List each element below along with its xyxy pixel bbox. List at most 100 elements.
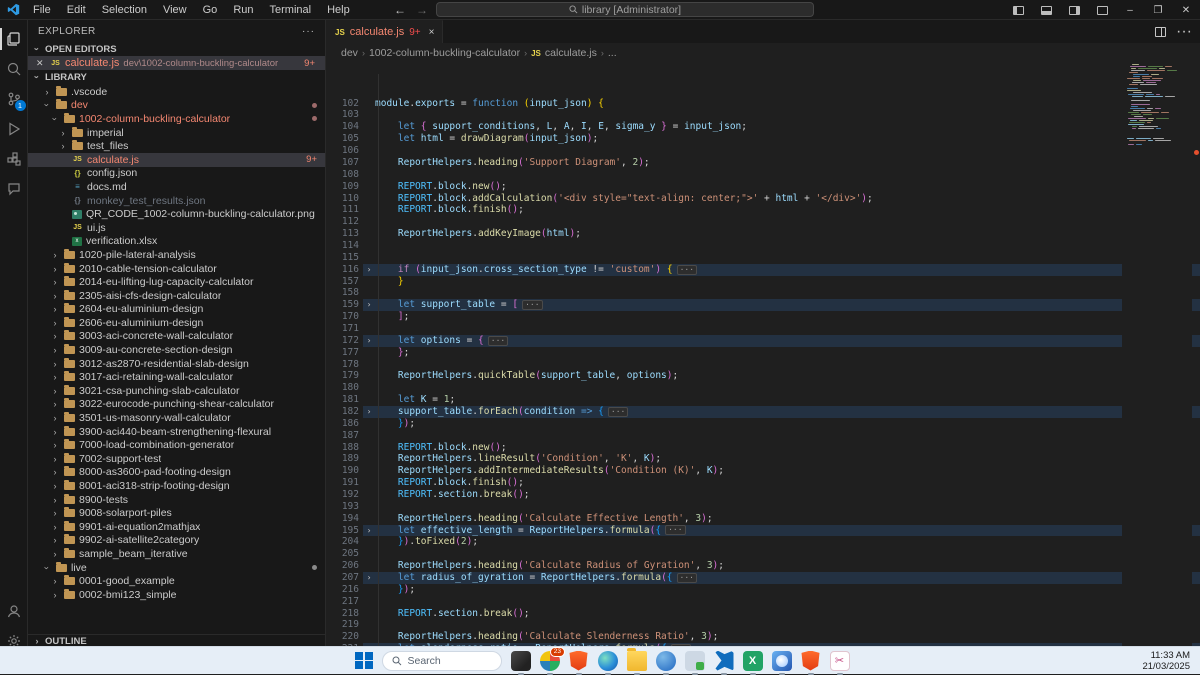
code-line-179[interactable]: 179 ReportHelpers.quickTable(support_tab… (327, 370, 1200, 382)
tree-item-2305-aisi-cfs-design-calculator[interactable]: ›2305-aisi-cfs-design-calculator (28, 289, 325, 303)
tree-item-3012-as2870-residential-slab-design[interactable]: ›3012-as2870-residential-slab-design (28, 357, 325, 371)
code-line-186[interactable]: 186 }); (327, 418, 1200, 430)
code-line-103[interactable]: 103 (327, 109, 1200, 121)
code-line-172[interactable]: 172› let options = {··· (327, 335, 1200, 347)
menu-terminal[interactable]: Terminal (263, 2, 319, 18)
taskbar-icon-edge-browser[interactable] (598, 651, 618, 671)
split-editor-icon[interactable] (1155, 27, 1166, 37)
tree-item-9901-ai-equation2mathjax[interactable]: ›9901-ai-equation2mathjax (28, 520, 325, 534)
code-line-104[interactable]: 104 let { support_conditions, L, A, I, E… (327, 121, 1200, 133)
fold-chevron-icon[interactable]: › (363, 525, 375, 537)
code-line-206[interactable]: 206 ReportHelpers.heading('Calculate Rad… (327, 560, 1200, 572)
folded-region-ellipsis[interactable]: ··· (677, 265, 697, 275)
taskbar-icon-shield-app[interactable] (801, 651, 821, 671)
tree-item-3003-aci-concrete-wall-calculator[interactable]: ›3003-aci-concrete-wall-calculator (28, 330, 325, 344)
tree-item-1002-column-buckling-calculator[interactable]: ›1002-column-buckling-calculator (28, 112, 325, 126)
close-icon[interactable]: ✕ (36, 58, 46, 69)
taskbar-icon-excel-like-app[interactable] (743, 651, 763, 671)
code-line-177[interactable]: 177 }; (327, 347, 1200, 359)
code-line-218[interactable]: 218 REPORT.section.break(); (327, 608, 1200, 620)
toggle-sidebar-icon[interactable] (1004, 0, 1032, 20)
tree-item-verification-xlsx[interactable]: xverification.xlsx (28, 235, 325, 249)
minimize-button[interactable]: – (1116, 0, 1144, 20)
tree-item-3900-aci440-beam-strengthening-flexural[interactable]: ›3900-aci440-beam-strengthening-flexural (28, 425, 325, 439)
code-line-113[interactable]: 113 ReportHelpers.addKeyImage(html); (327, 228, 1200, 240)
menu-go[interactable]: Go (196, 2, 225, 18)
tree-item-9008-solarport-piles[interactable]: ›9008-solarport-piles (28, 506, 325, 520)
code-line-207[interactable]: 207› let radius_of_gyration = ReportHelp… (327, 572, 1200, 584)
tree-item-3022-eurocode-punching-shear-calculator[interactable]: ›3022-eurocode-punching-shear-calculator (28, 398, 325, 412)
breadcrumb-item[interactable]: calculate.js (545, 47, 597, 59)
code-line-194[interactable]: 194 ReportHelpers.heading('Calculate Eff… (327, 513, 1200, 525)
code-line-157[interactable]: 157 } (327, 276, 1200, 288)
taskbar-icon-vscode[interactable] (714, 651, 734, 671)
folded-region-ellipsis[interactable]: ··· (677, 573, 697, 583)
tree-item-1020-pile-lateral-analysis[interactable]: ›1020-pile-lateral-analysis (28, 248, 325, 262)
code-line-115[interactable]: 115 (327, 252, 1200, 264)
open-editors-section[interactable]: ›OPEN EDITORS (28, 42, 325, 56)
tree-item-sample-beam-iterative[interactable]: ›sample_beam_iterative (28, 547, 325, 561)
tree-item-live[interactable]: ›live (28, 561, 325, 575)
source-control-icon[interactable]: 1 (0, 84, 28, 114)
tree-item-dev[interactable]: ›dev (28, 99, 325, 113)
tree-item-imperial[interactable]: ›imperial (28, 126, 325, 140)
editor-more-actions-icon[interactable]: ··· (1176, 23, 1192, 41)
code-line-171[interactable]: 171 (327, 323, 1200, 335)
menu-selection[interactable]: Selection (95, 2, 154, 18)
taskbar-icon-microsoft-365-app[interactable]: 23 (540, 651, 560, 671)
tree-item-3009-au-concrete-section-design[interactable]: ›3009-au-concrete-section-design (28, 343, 325, 357)
code-line-205[interactable]: 205 (327, 548, 1200, 560)
open-editor-item[interactable]: ✕ JS calculate.js dev\1002-column-buckli… (28, 56, 325, 70)
taskbar-clock[interactable]: 11:33 AM 21/03/2025 (1142, 647, 1190, 674)
tree-item-7002-support-test[interactable]: ›7002-support-test (28, 452, 325, 466)
fold-chevron-icon[interactable]: › (363, 264, 375, 276)
code-line-216[interactable]: 216 }); (327, 584, 1200, 596)
code-line-114[interactable]: 114 (327, 240, 1200, 252)
tree-item--vscode[interactable]: ›.vscode (28, 85, 325, 99)
tree-item-9902-ai-satellite2category[interactable]: ›9902-ai-satellite2category (28, 534, 325, 548)
extensions-icon[interactable] (0, 144, 28, 174)
code-line-181[interactable]: 181 let K = 1; (327, 394, 1200, 406)
tree-item-7000-load-combination-generator[interactable]: ›7000-load-combination-generator (28, 438, 325, 452)
tree-item-8001-aci318-strip-footing-design[interactable]: ›8001-aci318-strip-footing-design (28, 479, 325, 493)
code-line-180[interactable]: 180 (327, 382, 1200, 394)
toggle-panel-icon[interactable] (1032, 0, 1060, 20)
code-line-191[interactable]: 191 REPORT.block.finish(); (327, 477, 1200, 489)
code-line-193[interactable]: 193 (327, 501, 1200, 513)
taskbar-icon-photos-app[interactable] (772, 651, 792, 671)
code-line-204[interactable]: 204 }).toFixed(2); (327, 536, 1200, 548)
taskbar-icon-blue-sphere-app[interactable] (656, 651, 676, 671)
breadcrumb-item[interactable]: 1002-column-buckling-calculator (369, 47, 520, 59)
start-button[interactable] (355, 652, 373, 670)
tree-item-2606-eu-aluminium-design[interactable]: ›2606-eu-aluminium-design (28, 316, 325, 330)
library-section[interactable]: ›LIBRARY (28, 70, 325, 84)
menu-edit[interactable]: Edit (60, 2, 93, 18)
breadcrumb[interactable]: dev›1002-column-buckling-calculator›JSca… (327, 44, 1200, 62)
close-button[interactable]: ✕ (1172, 0, 1200, 20)
menu-file[interactable]: File (26, 2, 58, 18)
code-line-116[interactable]: 116› if (input_json.cross_section_type !… (327, 264, 1200, 276)
code-line-188[interactable]: 188 REPORT.block.new(); (327, 442, 1200, 454)
chat-icon[interactable] (0, 174, 28, 204)
tree-item-3501-us-masonry-wall-calculator[interactable]: ›3501-us-masonry-wall-calculator (28, 411, 325, 425)
breadcrumb-item[interactable]: ... (608, 47, 617, 59)
code-line-158[interactable]: 158 (327, 287, 1200, 299)
taskbar-icon-file-explorer[interactable] (627, 651, 647, 671)
code-editor[interactable]: 102module.exports = function (input_json… (327, 62, 1200, 660)
folded-region-ellipsis[interactable]: ··· (665, 525, 685, 535)
code-line-170[interactable]: 170 ]; (327, 311, 1200, 323)
taskbar-search[interactable]: Search (382, 651, 502, 671)
tab-calculate-js[interactable]: JS calculate.js 9+ × (327, 20, 443, 43)
code-line-110[interactable]: 110 REPORT.block.addCalculation('<div st… (327, 193, 1200, 205)
code-line-190[interactable]: 190 ReportHelpers.addIntermediateResults… (327, 465, 1200, 477)
folded-region-ellipsis[interactable]: ··· (608, 407, 628, 417)
code-line-108[interactable]: 108 (327, 169, 1200, 181)
tree-item-config-json[interactable]: {}config.json (28, 167, 325, 181)
tree-item-0001-good-example[interactable]: ›0001-good_example (28, 574, 325, 588)
code-line-192[interactable]: 192 REPORT.section.break(); (327, 489, 1200, 501)
tree-item-8000-as3600-pad-footing-design[interactable]: ›8000-as3600-pad-footing-design (28, 466, 325, 480)
tree-item-test-files[interactable]: ›test_files (28, 139, 325, 153)
code-line-195[interactable]: 195› let effective_length = ReportHelper… (327, 525, 1200, 537)
tree-item-3021-csa-punching-slab-calculator[interactable]: ›3021-csa-punching-slab-calculator (28, 384, 325, 398)
search-icon[interactable] (0, 54, 28, 84)
